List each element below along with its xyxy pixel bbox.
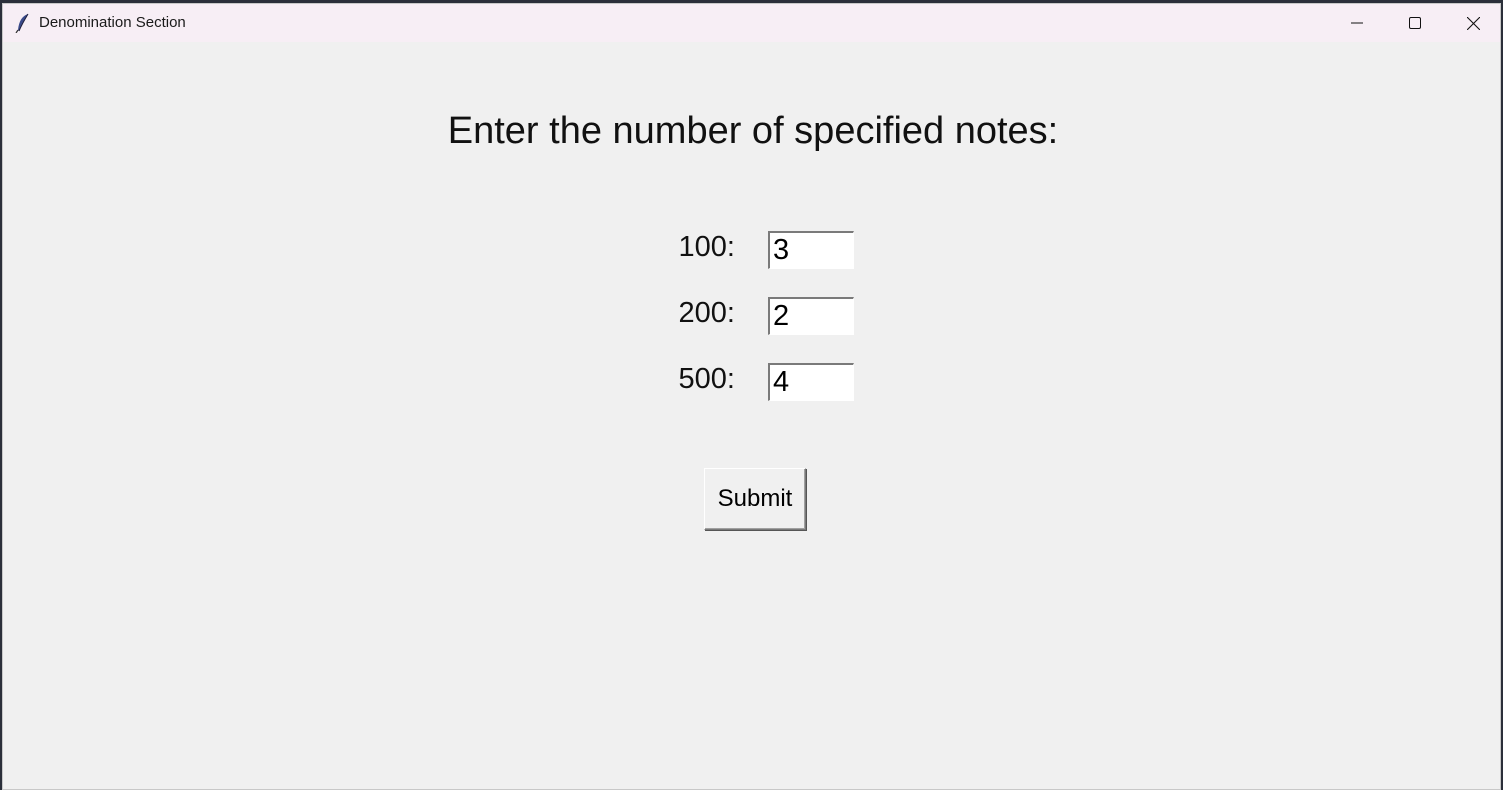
close-button[interactable] [1444, 4, 1500, 42]
client-area: Enter the number of specified notes: 100… [3, 42, 1500, 789]
close-icon [1466, 16, 1480, 30]
entry-200[interactable] [768, 297, 854, 335]
minimize-icon [1351, 17, 1363, 29]
feather-icon [15, 13, 31, 34]
entry-100[interactable] [768, 231, 854, 269]
app-window: Denomination Section Enter the number of… [2, 3, 1501, 790]
label-500: 500: [678, 363, 735, 395]
label-100: 100: [678, 231, 735, 263]
window-title: Denomination Section [39, 14, 186, 31]
minimize-button[interactable] [1328, 4, 1386, 42]
title-bar[interactable]: Denomination Section [3, 4, 1500, 42]
label-200: 200: [678, 297, 735, 329]
submit-button[interactable]: Submit [704, 468, 806, 530]
maximize-icon [1409, 17, 1421, 29]
page-heading: Enter the number of specified notes: [447, 110, 1059, 152]
maximize-button[interactable] [1386, 4, 1444, 42]
entry-500[interactable] [768, 363, 854, 401]
